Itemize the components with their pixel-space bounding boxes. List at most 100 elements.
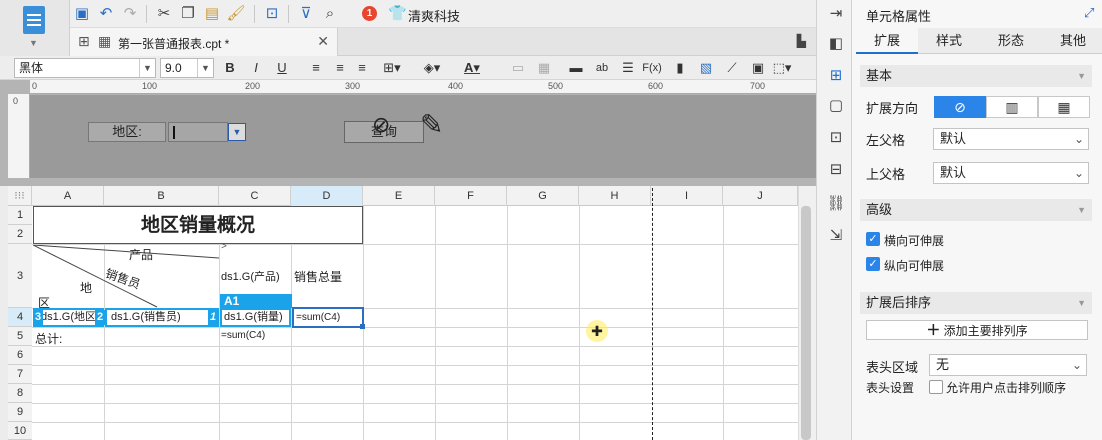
row-header-4[interactable]: 4 bbox=[8, 308, 32, 327]
v-expand-checkbox[interactable]: ✓ bbox=[866, 257, 880, 271]
underline-button[interactable]: U bbox=[272, 58, 292, 78]
section-advanced[interactable]: 高级 ▼ bbox=[860, 199, 1092, 221]
align-left-icon[interactable]: ≡ bbox=[306, 58, 326, 78]
top-parent-select[interactable]: 默认 ⌄ bbox=[933, 162, 1089, 184]
preview-icon[interactable]: ⊡ bbox=[262, 4, 282, 24]
notification-badge[interactable]: 1 bbox=[362, 6, 377, 21]
column-header-a[interactable]: A bbox=[32, 186, 104, 206]
widget-icon[interactable]: ▢ bbox=[826, 96, 846, 116]
allow-sort-checkbox[interactable] bbox=[929, 380, 943, 394]
text-icon[interactable]: ab bbox=[592, 58, 612, 78]
tab-style[interactable]: 样式 bbox=[918, 28, 980, 54]
filter-icon[interactable]: ⊽ bbox=[296, 4, 316, 24]
import-icon[interactable]: ⇲ bbox=[826, 226, 846, 246]
add-sort-button[interactable]: ＋ 添加主要排列序 bbox=[866, 320, 1088, 340]
tab-expand[interactable]: 扩展 bbox=[856, 28, 918, 54]
row-header-5[interactable]: 5 bbox=[8, 327, 32, 346]
copy-icon[interactable]: ❐ bbox=[178, 4, 198, 24]
fill-handle[interactable] bbox=[360, 324, 365, 329]
cell-d3[interactable]: 销售总量 bbox=[294, 268, 342, 285]
expand-none-button[interactable]: ⊘ bbox=[934, 96, 986, 118]
row-header-10[interactable]: 10 bbox=[8, 422, 32, 440]
row-header-7[interactable]: 7 bbox=[8, 365, 32, 384]
column-header-i[interactable]: I bbox=[651, 186, 723, 206]
bold-button[interactable]: B bbox=[220, 58, 240, 78]
column-header-f[interactable]: F bbox=[435, 186, 507, 206]
row-header-8[interactable]: 8 bbox=[8, 384, 32, 403]
subreport-icon[interactable]: ▣ bbox=[748, 58, 768, 78]
column-header-j[interactable]: J bbox=[723, 186, 798, 206]
cell-c5[interactable]: =sum(C4) bbox=[221, 330, 265, 341]
report-title-cell[interactable]: 地区销量概况 bbox=[33, 206, 363, 244]
undo-icon[interactable]: ↶ bbox=[96, 4, 116, 24]
link-icon[interactable]: ⛓ bbox=[826, 194, 846, 214]
format-painter-icon[interactable]: 🖌 bbox=[226, 4, 246, 24]
cell-properties-icon[interactable]: ⊞ bbox=[826, 66, 846, 86]
row-header-1[interactable]: 1 bbox=[8, 206, 32, 225]
row-header-6[interactable]: 6 bbox=[8, 346, 32, 365]
row-header-3[interactable]: 3 bbox=[8, 244, 32, 308]
tab-form[interactable]: 形态 bbox=[980, 28, 1042, 54]
data-icon[interactable]: ⊟ bbox=[826, 160, 846, 180]
align-center-icon[interactable]: ≡ bbox=[330, 58, 350, 78]
merge-cells-icon[interactable]: ▭ bbox=[508, 58, 528, 78]
save-icon[interactable]: ▣ bbox=[72, 4, 92, 24]
pin-icon[interactable]: ▙ bbox=[797, 34, 806, 48]
bar-chart-icon[interactable]: ▮ bbox=[670, 58, 690, 78]
left-parent-select[interactable]: 默认 ⌄ bbox=[933, 128, 1089, 150]
paragraph-icon[interactable]: ☰ bbox=[618, 58, 638, 78]
region-input[interactable] bbox=[168, 122, 228, 142]
section-sort[interactable]: 扩展后排序 ▼ bbox=[860, 292, 1092, 314]
app-logo[interactable]: ▼ bbox=[0, 0, 70, 56]
region-dropdown-button[interactable]: ▼ bbox=[228, 123, 246, 141]
split-cells-icon[interactable]: ▦ bbox=[534, 58, 554, 78]
search-doc-icon[interactable]: ⌕ bbox=[320, 4, 340, 24]
collapse-right-icon[interactable]: ⇥ bbox=[826, 4, 846, 24]
font-size-select[interactable]: 9.0 ▼ bbox=[160, 58, 214, 78]
insert-row-icon[interactable]: ▬ bbox=[566, 58, 586, 78]
condition-icon[interactable]: ⊡ bbox=[826, 128, 846, 148]
formula-icon[interactable]: F(x) bbox=[642, 58, 662, 78]
grid-icon[interactable]: ⊞ bbox=[78, 33, 90, 50]
cell-d4-selected[interactable]: =sum(C4) bbox=[292, 307, 364, 328]
expand-panel-icon[interactable]: ⤢ bbox=[1084, 5, 1094, 21]
expand-vertical-button[interactable]: ▥ bbox=[986, 96, 1038, 118]
expand-horizontal-button[interactable]: ▦ bbox=[1038, 96, 1090, 118]
cell-b4[interactable]: ds1.G(销售员) bbox=[105, 308, 219, 327]
tab-other[interactable]: 其他 bbox=[1042, 28, 1102, 54]
column-header-b[interactable]: B bbox=[104, 186, 219, 206]
row-header-9[interactable]: 9 bbox=[8, 403, 32, 422]
section-basic[interactable]: 基本 ▼ bbox=[860, 65, 1092, 87]
cell-c4[interactable]: ds1.G(销量) bbox=[220, 308, 291, 327]
cut-icon[interactable]: ✂ bbox=[154, 4, 174, 24]
layout-icon[interactable]: ◧ bbox=[826, 34, 846, 54]
close-icon[interactable]: ✕ bbox=[317, 33, 329, 50]
frame-icon[interactable]: ⬚▾ bbox=[772, 58, 792, 78]
header-area-select[interactable]: 无 ⌄ bbox=[929, 354, 1087, 376]
column-header-h[interactable]: H bbox=[579, 186, 651, 206]
column-header-g[interactable]: G bbox=[507, 186, 579, 206]
cell-a5[interactable]: 总计: bbox=[35, 330, 62, 347]
column-header-e[interactable]: E bbox=[363, 186, 435, 206]
vertical-scrollbar-thumb[interactable] bbox=[801, 206, 811, 440]
image-icon[interactable]: ▧ bbox=[696, 58, 716, 78]
italic-button[interactable]: I bbox=[246, 58, 266, 78]
pen-icon[interactable]: ✎ bbox=[420, 108, 443, 141]
document-tab[interactable]: ⊞ ▦ 第一张普通报表.cpt * ✕ bbox=[70, 28, 338, 56]
font-color-icon[interactable]: A▾ bbox=[462, 58, 482, 78]
align-right-icon[interactable]: ≡ bbox=[352, 58, 372, 78]
row-header-2[interactable]: 2 bbox=[8, 225, 32, 244]
select-all-corner[interactable]: ⁝⁝⁝ bbox=[8, 186, 32, 206]
paste-icon[interactable]: ▤ bbox=[202, 4, 222, 24]
h-expand-checkbox[interactable]: ✓ bbox=[866, 232, 880, 246]
cell-a4[interactable]: ds1.G(地区) bbox=[33, 308, 104, 327]
column-header-c[interactable]: C bbox=[219, 186, 291, 206]
border-icon[interactable]: ⊞▾ bbox=[382, 58, 402, 78]
redo-icon[interactable]: ↷ bbox=[120, 4, 140, 24]
cell-c3[interactable]: ds1.G(产品) bbox=[221, 268, 280, 284]
slash-icon[interactable]: ⟋ bbox=[722, 58, 742, 78]
company-name[interactable]: 清爽科技 bbox=[408, 6, 460, 25]
font-family-select[interactable]: 黑体 ▼ bbox=[14, 58, 156, 78]
column-header-d[interactable]: D bbox=[291, 186, 363, 206]
fill-color-icon[interactable]: ◈▾ bbox=[422, 58, 442, 78]
